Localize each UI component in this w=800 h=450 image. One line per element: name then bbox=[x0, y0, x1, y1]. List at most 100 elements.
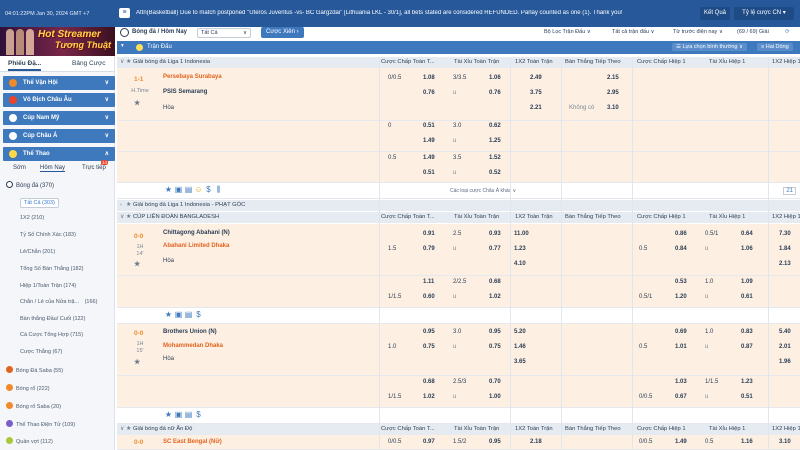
odds-cell[interactable]: 1.25 bbox=[489, 138, 501, 144]
star-icon[interactable]: ★ bbox=[126, 424, 131, 435]
sport-saba-soccer[interactable]: Bóng Đá Saba (55) bbox=[6, 366, 63, 374]
sport-tennis[interactable]: Quần vợt (112) bbox=[6, 437, 53, 445]
odds-cell[interactable]: 0.68 bbox=[489, 279, 501, 285]
odds-cell[interactable]: 0.95 bbox=[489, 329, 501, 335]
odds-cell[interactable]: 1.01 bbox=[675, 344, 687, 350]
cash-icon[interactable]: $ bbox=[194, 310, 203, 319]
star-icon[interactable]: ★ bbox=[164, 185, 173, 194]
odds-cell[interactable]: 0.69 bbox=[675, 329, 687, 335]
odds-cell[interactable]: 4.10 bbox=[514, 261, 526, 267]
odds-cell[interactable]: 5.20 bbox=[514, 329, 526, 335]
odds-cell[interactable]: 0.53 bbox=[675, 279, 687, 285]
two-line-toggle[interactable]: ≡ Hai Dòng bbox=[757, 43, 793, 51]
announcement-ticker[interactable]: Attn(Basketball) Due to match postponed … bbox=[136, 10, 691, 16]
scoreboard-icon[interactable]: ▣ bbox=[174, 185, 183, 194]
market-mix-parlay[interactable]: Cá Cược Tổng Hợp (715) bbox=[20, 332, 83, 338]
odds-cell[interactable]: 1.46 bbox=[514, 344, 526, 350]
live-chat-icon[interactable]: ☺ bbox=[194, 185, 203, 194]
odds-cell[interactable]: 5.40 bbox=[779, 329, 791, 335]
odds-cell[interactable]: 1.52 bbox=[489, 155, 501, 161]
star-icon[interactable]: ★ bbox=[126, 200, 131, 211]
market-outright[interactable]: Cược Thắng (67) bbox=[20, 349, 62, 355]
sport-esports[interactable]: Thể Thao Điện Tử (109) bbox=[6, 420, 75, 428]
odds-cell[interactable]: 0.75 bbox=[423, 344, 435, 350]
odds-cell[interactable]: 0.62 bbox=[489, 123, 501, 129]
announcement-icon[interactable]: ≡ bbox=[119, 8, 130, 18]
odds-cell[interactable]: 3.10 bbox=[607, 105, 619, 111]
star-icon[interactable]: ★ bbox=[126, 212, 131, 223]
league-header[interactable]: › ★ Giải bóng đá Liga 1 Indonesia - PHẠT… bbox=[117, 200, 800, 211]
odds-cell[interactable]: 0.91 bbox=[423, 231, 435, 237]
odds-cell[interactable]: 1.03 bbox=[675, 379, 687, 385]
odds-cell[interactable]: 0.87 bbox=[741, 344, 753, 350]
odds-cell[interactable]: 2.95 bbox=[607, 90, 619, 96]
odds-type-button[interactable]: Tỷ lệ cược CN ▾ bbox=[734, 7, 794, 20]
sort-all-select[interactable]: Tất cả trận đấu ∨ bbox=[612, 29, 655, 35]
more-count[interactable]: 21 bbox=[783, 187, 796, 195]
tab-live[interactable]: Trực tiếp bbox=[82, 165, 106, 171]
stats-icon[interactable]: ▤ bbox=[184, 310, 193, 319]
odds-cell[interactable]: 2.13 bbox=[779, 261, 791, 267]
league-header[interactable]: ∨ ★ CÚP LIÊN ĐOÀN BANGLADESH Cược Chấp T… bbox=[117, 212, 800, 223]
star-icon[interactable]: ★ bbox=[126, 57, 131, 68]
collapse-icon[interactable]: ▾ bbox=[121, 43, 124, 49]
odds-cell[interactable]: 0.86 bbox=[675, 231, 687, 237]
odds-cell[interactable]: 0.79 bbox=[423, 246, 435, 252]
market-half-odd-even[interactable]: Chẵn / Lẻ của Nửa trậ... (166) bbox=[20, 299, 97, 305]
odds-cell[interactable]: 0.67 bbox=[675, 394, 687, 400]
odds-cell[interactable]: 1.00 bbox=[489, 394, 501, 400]
odds-cell[interactable]: 2.49 bbox=[530, 75, 542, 81]
cash-icon[interactable]: $ bbox=[204, 185, 213, 194]
odds-cell[interactable]: 0.77 bbox=[489, 246, 501, 252]
odds-cell[interactable]: 0.68 bbox=[423, 379, 435, 385]
odds-cell[interactable]: 1.06 bbox=[741, 246, 753, 252]
odds-cell[interactable]: 1.20 bbox=[675, 294, 687, 300]
tab-bet-slip[interactable]: Phiếu Đặ... bbox=[8, 60, 42, 71]
odds-cell[interactable]: 2.15 bbox=[607, 75, 619, 81]
tab-today[interactable]: Hôm Nay bbox=[40, 165, 66, 172]
odds-cell[interactable]: 0.51 bbox=[741, 394, 753, 400]
more-asian-odds-link[interactable]: Các loại cược Châu Á khác ∨ bbox=[450, 188, 516, 194]
odds-cell[interactable]: 1.08 bbox=[423, 75, 435, 81]
refresh-icon[interactable]: ⟳ bbox=[785, 29, 790, 35]
scoreboard-icon[interactable]: ▣ bbox=[174, 410, 183, 419]
odds-cell[interactable]: 0.52 bbox=[489, 170, 501, 176]
odds-cell[interactable]: 1.16 bbox=[741, 439, 753, 445]
market-all[interactable]: Tất Cả (303) bbox=[20, 198, 59, 208]
odds-cell[interactable]: 0.64 bbox=[741, 231, 753, 237]
odds-cell[interactable]: 3.10 bbox=[779, 439, 791, 445]
market-total-goals[interactable]: Tổng Số Bàn Thắng (182) bbox=[20, 266, 84, 272]
odds-cell[interactable]: 0.51 bbox=[423, 170, 435, 176]
odds-cell[interactable]: 3.75 bbox=[530, 90, 542, 96]
odds-cell[interactable]: 0.75 bbox=[489, 344, 501, 350]
odds-cell[interactable]: 1.49 bbox=[423, 138, 435, 144]
odds-cell[interactable]: 1.96 bbox=[779, 359, 791, 365]
odds-cell[interactable]: 0.95 bbox=[423, 329, 435, 335]
sidebar-cat-sports[interactable]: Thể Thao ∧ bbox=[3, 147, 115, 161]
market-1x2[interactable]: 1X2 (210) bbox=[20, 215, 44, 221]
odds-cell[interactable]: 3.65 bbox=[514, 359, 526, 365]
odds-cell[interactable]: 2.01 bbox=[779, 344, 791, 350]
market-correct-score[interactable]: Tỷ Số Chính Xác (183) bbox=[20, 232, 76, 238]
odds-cell[interactable]: 2.21 bbox=[530, 105, 542, 111]
chart-icon[interactable]: ⫼ bbox=[214, 185, 223, 195]
odds-cell[interactable]: 1.23 bbox=[741, 379, 753, 385]
stats-icon[interactable]: ▤ bbox=[184, 410, 193, 419]
sidebar-cat-asian-cup[interactable]: Cúp Châu Á ∨ bbox=[3, 129, 115, 143]
odds-cell[interactable]: 0.60 bbox=[423, 294, 435, 300]
market-ht-ft[interactable]: Hiệp 1/Toàn Trận (174) bbox=[20, 283, 76, 289]
odds-cell[interactable]: 0.76 bbox=[423, 90, 435, 96]
odds-cell[interactable]: 1.02 bbox=[489, 294, 501, 300]
sport-saba-basketball[interactable]: Bóng rổ Saba (20) bbox=[6, 402, 61, 410]
odds-cell[interactable]: 0.61 bbox=[741, 294, 753, 300]
star-icon[interactable]: ★ bbox=[164, 410, 173, 419]
sport-basketball[interactable]: Bóng rổ (222) bbox=[6, 384, 50, 392]
favorite-star-icon[interactable]: ★ bbox=[134, 358, 140, 366]
league-header[interactable]: ∨ ★ Giải bóng đá nữ Ấn Độ Cược Chấp Toàn… bbox=[117, 424, 800, 435]
odds-cell[interactable]: 0.97 bbox=[423, 439, 435, 445]
odds-cell[interactable]: 0.95 bbox=[489, 439, 501, 445]
odds-cell[interactable]: 0.76 bbox=[489, 90, 501, 96]
favorite-star-icon[interactable]: ★ bbox=[134, 99, 140, 107]
odds-cell[interactable]: 1.49 bbox=[423, 155, 435, 161]
cash-icon[interactable]: $ bbox=[194, 410, 203, 419]
